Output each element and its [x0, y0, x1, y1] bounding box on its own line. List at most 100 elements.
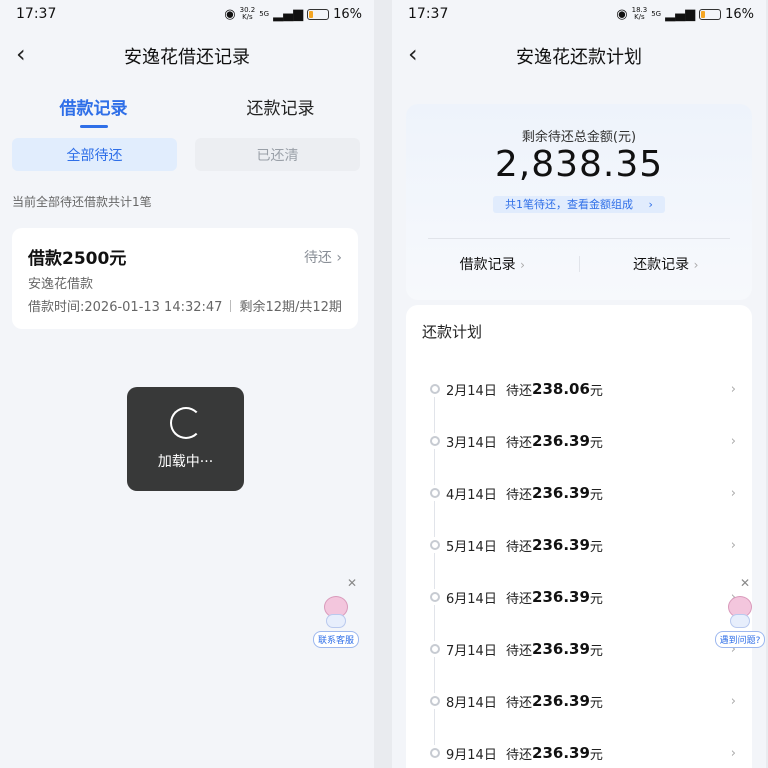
chevron-right-icon: › — [336, 249, 342, 266]
eye-icon: ◉ — [616, 6, 628, 22]
contact-service-button[interactable]: 联系客服 — [312, 596, 360, 648]
plan-date: 8月14日 — [446, 695, 497, 711]
plan-pending-label: 待还 — [506, 435, 533, 451]
plan-amount: 236.39 — [532, 640, 590, 658]
plan-unit: 元 — [589, 435, 603, 451]
record-links: 借款记录 › 还款记录 › — [406, 254, 752, 274]
timeline-dot-icon — [430, 540, 440, 550]
status-bar: 17:37 ◉ 18.3 K/s 5G ▂▄▆ 16% — [392, 0, 766, 28]
loan-remaining: 剩余12期/共12期 — [239, 300, 342, 315]
screen-divider — [374, 0, 392, 768]
loan-product: 安逸花借款 — [28, 277, 94, 292]
plan-date: 2月14日 — [446, 383, 497, 399]
plan-row[interactable]: 4月14日 待还 236.39 元 › — [406, 467, 752, 537]
loading-spinner-icon — [169, 407, 202, 439]
outstanding-summary: 剩余待还总金额(元) 2,838.35 共1笔待还，查看金额组成 › 借款记录 … — [406, 104, 752, 300]
close-icon[interactable]: ✕ — [740, 576, 750, 590]
repayment-records-link[interactable]: 还款记录 › — [580, 254, 753, 274]
timeline-dot-icon — [430, 488, 440, 498]
plan-amount: 236.39 — [532, 588, 590, 606]
summary-label: 剩余待还总金额(元) — [521, 130, 637, 145]
filter-all-pending[interactable]: 全部待还 — [12, 138, 177, 171]
plan-title: 还款计划 — [422, 323, 483, 341]
plan-pending-label: 待还 — [506, 695, 533, 711]
net-speed: 30.2 K/s — [239, 6, 256, 21]
battery-icon — [307, 8, 330, 20]
plan-date: 9月14日 — [446, 747, 497, 763]
plan-pending-label: 待还 — [506, 643, 533, 659]
plan-amount: 236.39 — [532, 744, 590, 762]
plan-pending-label: 待还 — [506, 539, 533, 555]
close-icon[interactable]: ✕ — [347, 576, 357, 590]
plan-row[interactable]: 2月14日 待还 238.06 元 › — [406, 363, 752, 433]
filter-paid-off[interactable]: 已还清 — [195, 138, 360, 171]
page-title: 安逸花还款计划 — [516, 47, 642, 68]
plan-date: 3月14日 — [446, 435, 497, 451]
service-label: 联系客服 — [312, 631, 359, 648]
loan-meta: 借款时间:2026-01-13 14:32:47 剩余12期/共12期 — [28, 296, 342, 315]
help-button[interactable]: 遇到问题? — [714, 596, 766, 648]
battery-percent: 16% — [333, 6, 362, 22]
loan-card[interactable]: 借款2500元 待还 › 安逸花借款 借款时间:2026-01-13 14:32… — [12, 228, 358, 329]
summary-amount: 2,838.35 — [494, 144, 664, 185]
plan-amount: 236.39 — [532, 536, 590, 554]
plan-unit: 元 — [589, 539, 603, 555]
status-time: 17:37 — [16, 6, 57, 22]
amount-breakdown-link[interactable]: 共1笔待还，查看金额组成 › — [406, 196, 752, 213]
timeline-dot-icon — [430, 592, 440, 602]
status-bar: 17:37 ◉ 30.2 K/s 5G ▂▄▆ 16% — [0, 0, 374, 28]
timeline-dot-icon — [430, 696, 440, 706]
plan-row[interactable]: 7月14日 待还 236.39 元 › — [406, 623, 752, 693]
plan-row[interactable]: 5月14日 待还 236.39 元 › — [406, 519, 752, 589]
mascot-icon — [726, 596, 754, 628]
loading-toast: 加载中··· — [127, 387, 244, 491]
pending-count-tip: 当前全部待还借款共计1笔 — [12, 195, 152, 209]
status-filters: 全部待还 已还清 — [0, 134, 374, 171]
chevron-right-icon: › — [730, 693, 736, 709]
signal-icon: ▂▄▆ — [273, 6, 304, 22]
timeline-dot-icon — [430, 748, 440, 758]
plan-list: 2月14日 待还 238.06 元 › 3月14日 待还 236.39 元 › 4月14日 待还 236… — [406, 363, 752, 768]
chevron-right-icon: › — [730, 745, 736, 761]
chevron-left-icon[interactable]: ‹ — [408, 42, 418, 66]
status-icons: ◉ 18.3 K/s 5G ▂▄▆ 16% — [616, 7, 754, 22]
plan-row[interactable]: 6月14日待还236.39元› — [406, 571, 752, 641]
signal-icon: ▂▄▆ — [665, 6, 696, 22]
tab-loan-records[interactable]: 借款记录 — [0, 84, 187, 134]
network-type: 5G — [651, 9, 662, 18]
timeline-dot-icon — [430, 436, 440, 446]
loan-time: 借款时间:2026-01-13 14:32:47 — [28, 300, 223, 315]
plan-unit: 元 — [589, 747, 603, 763]
plan-unit: 元 — [589, 643, 603, 659]
eye-icon: ◉ — [224, 6, 236, 22]
plan-unit: 元 — [589, 487, 603, 503]
plan-amount: 236.39 — [532, 484, 590, 502]
chevron-right-icon: › — [730, 433, 736, 449]
plan-amount: 238.06 — [532, 380, 590, 398]
repayment-plan-card: 还款计划 2月14日 待还 238.06 元 › 3月14日 待还 236.39 元 › 4月14日… — [406, 305, 752, 768]
plan-row[interactable]: 9月14日 待还 236.39 元 › — [406, 727, 752, 768]
plan-unit: 元 — [589, 591, 603, 607]
plan-pending-label: 待还 — [506, 383, 533, 399]
loan-status[interactable]: 待还 › — [304, 247, 342, 267]
timeline-dot-icon — [430, 644, 440, 654]
tab-repayment-records[interactable]: 还款记录 — [187, 84, 374, 134]
plan-date: 4月14日 — [446, 487, 497, 503]
plan-unit: 元 — [589, 695, 603, 711]
plan-row[interactable]: 3月14日 待还 236.39 元 › — [406, 415, 752, 485]
chevron-left-icon[interactable]: ‹ — [16, 42, 26, 66]
plan-date: 5月14日 — [446, 539, 497, 555]
loan-records-screen: 17:37 ◉ 30.2 K/s 5G ▂▄▆ 16% ‹ 安逸花借还记录 借款… — [0, 0, 374, 768]
chevron-right-icon: › — [730, 485, 736, 501]
divider — [428, 238, 730, 239]
help-label: 遇到问题? — [714, 631, 766, 648]
nav-bar: ‹ 安逸花借还记录 — [0, 28, 374, 84]
mascot-icon — [322, 596, 350, 628]
timeline-dot-icon — [430, 384, 440, 394]
plan-date: 7月14日 — [446, 643, 497, 659]
status-time: 17:37 — [408, 6, 449, 22]
plan-row[interactable]: 8月14日 待还 236.39 元 › — [406, 675, 752, 745]
loan-records-link[interactable]: 借款记录 › — [406, 254, 579, 274]
chevron-right-icon: › — [730, 381, 736, 397]
plan-date: 6月14日 — [446, 591, 497, 607]
